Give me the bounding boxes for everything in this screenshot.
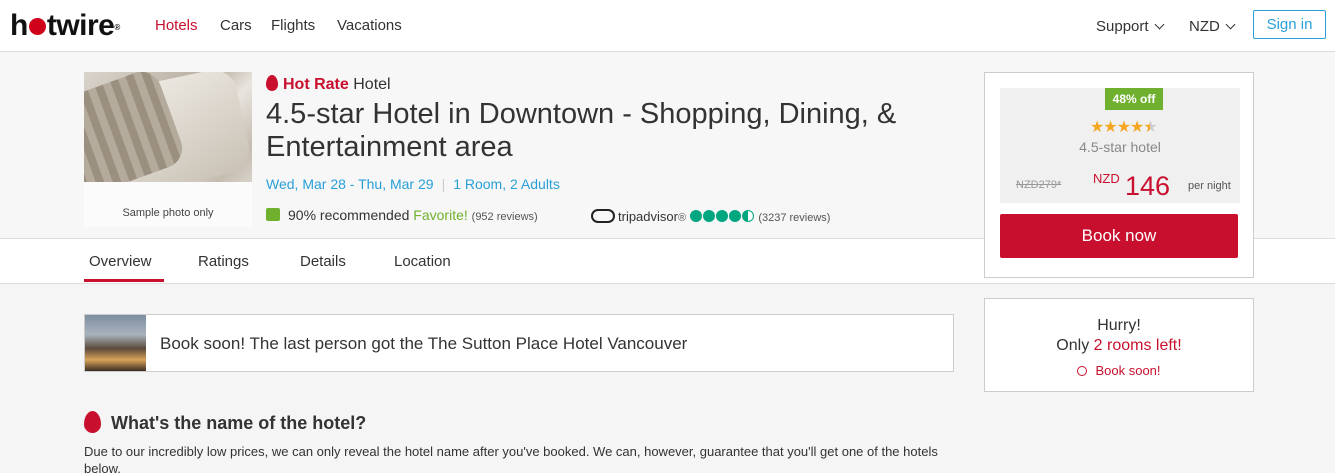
tripadvisor-owl-icon <box>591 209 615 223</box>
tab-location[interactable]: Location <box>394 253 451 270</box>
support-label: Support <box>1096 18 1149 35</box>
rating-bubble-icon <box>702 210 715 222</box>
recommendation: 90% recommended Favorite! (952 reviews) <box>266 207 538 223</box>
rating-bubble-icon <box>689 210 702 222</box>
rating-bubble-icon <box>715 210 728 222</box>
nav-hotels[interactable]: Hotels <box>155 17 198 34</box>
hot-rate-type: Hotel <box>353 76 391 93</box>
nav-vacations[interactable]: Vacations <box>337 17 402 34</box>
tripadvisor-rating: tripadvisor® (3237 reviews) <box>591 207 830 224</box>
star-icon: ★ <box>1090 119 1104 136</box>
notice-text: Book soon! The last person got the The S… <box>160 334 688 353</box>
hotel-sample-photo: Sample photo only <box>84 72 252 227</box>
flame-icon <box>266 75 278 91</box>
photo-caption: Sample photo only <box>122 207 214 219</box>
rooms-left: Only 2 rooms left! <box>1056 337 1182 354</box>
tripadvisor-label: tripadvisor <box>618 209 678 224</box>
tripadvisor-review-count: (3237 reviews) <box>758 212 831 224</box>
price-amount: 146 <box>1125 171 1171 201</box>
price-unit: per night <box>1188 180 1231 192</box>
rooms-left-count: 2 rooms left! <box>1093 337 1182 354</box>
tab-ratings[interactable]: Ratings <box>198 253 249 270</box>
hot-rate-text: Hot Rate <box>283 76 349 93</box>
currency-label: NZD <box>1189 18 1220 35</box>
section-heading: What's the name of the hotel? <box>84 407 366 434</box>
chevron-down-icon <box>1225 19 1236 30</box>
top-navigation-bar: h twire® Hotels Cars Flights Vacations Su… <box>0 0 1335 52</box>
tab-details[interactable]: Details <box>300 253 346 270</box>
trip-dates[interactable]: Wed, Mar 28 - Thu, Mar 29 <box>266 176 434 192</box>
trip-details: Wed, Mar 28 - Thu, Mar 29 | 1 Room, 2 Adul… <box>266 176 560 192</box>
star-rating: ★★★★★ <box>1090 117 1158 137</box>
urgency-card: Hurry! Only 2 rooms left! Book soon! <box>984 298 1254 392</box>
clock-icon <box>1077 366 1088 376</box>
currency-dropdown[interactable]: NZD <box>1189 18 1236 35</box>
recent-booking-notice: Book soon! The last person got the The S… <box>84 314 954 372</box>
chevron-down-icon <box>1154 19 1164 30</box>
nav-cars[interactable]: Cars <box>220 17 252 34</box>
book-soon: Book soon! <box>985 363 1253 378</box>
price-card: 48% off ★★★★★ 4.5-star hotel NZD279* NZD… <box>984 72 1254 278</box>
hot-rate-label: Hot Rate Hotel <box>266 73 391 94</box>
urgency-headline: Hurry! <box>1097 317 1141 334</box>
rating-bubble-half-icon <box>741 210 754 222</box>
star-half-icon: ★ <box>1143 119 1157 136</box>
hotel-title: 4.5-star Hotel in Downtown - Shopping, D… <box>266 98 897 163</box>
sign-in-button[interactable]: Sign in <box>1253 10 1326 39</box>
star-icon: ★ <box>1130 119 1144 136</box>
discount-badge: 48% off <box>1105 88 1163 110</box>
support-dropdown[interactable]: Support <box>1096 18 1164 35</box>
price-box: 48% off ★★★★★ 4.5-star hotel NZD279* NZD… <box>1000 88 1240 203</box>
favorite-badge: Favorite! <box>413 207 468 223</box>
star-icon: ★ <box>1103 119 1117 136</box>
trip-rooms-guests[interactable]: 1 Room, 2 Adults <box>453 176 560 192</box>
star-label: 4.5-star hotel <box>1079 139 1161 155</box>
nav-flights[interactable]: Flights <box>271 17 315 34</box>
rating-bubble-icon <box>728 210 741 222</box>
original-price: NZD279* <box>1016 179 1062 191</box>
section-text: Due to our incredibly low prices, we can… <box>84 444 938 473</box>
thumbs-up-icon <box>266 208 280 221</box>
flame-icon <box>84 411 101 433</box>
book-now-button[interactable]: Book now <box>1000 214 1238 258</box>
hotel-thumbnail <box>85 315 146 371</box>
review-count: (952 reviews) <box>471 211 538 223</box>
active-tab-indicator <box>84 279 164 282</box>
hotwire-logo[interactable]: h twire® <box>10 10 120 42</box>
recommended-text: 90% recommended <box>288 207 410 223</box>
tab-overview[interactable]: Overview <box>89 253 152 270</box>
star-icon: ★ <box>1116 119 1131 136</box>
price-currency: NZD <box>1093 171 1120 186</box>
